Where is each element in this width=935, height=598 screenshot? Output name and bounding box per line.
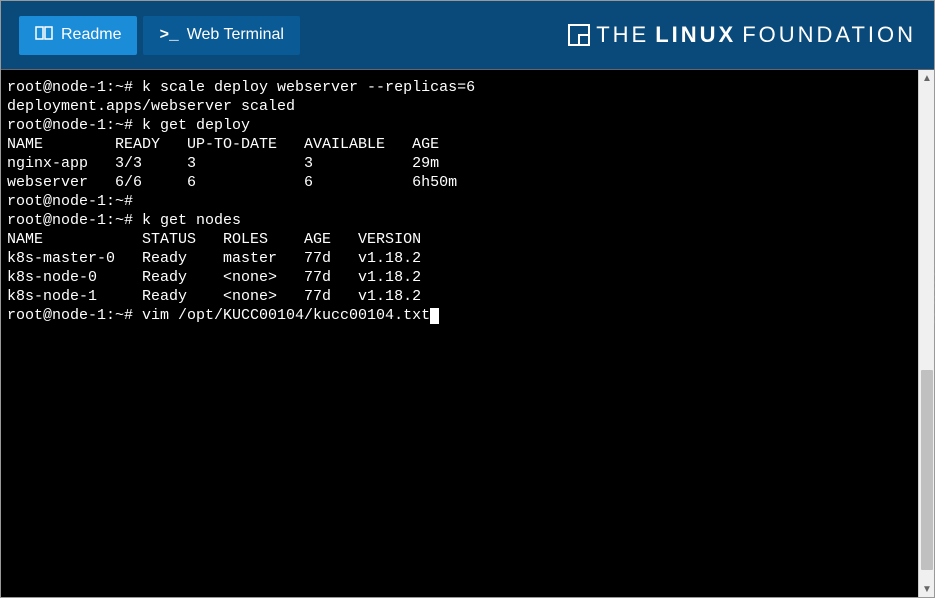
tab-readme-label: Readme [61, 26, 121, 44]
header-bar: Readme >_ Web Terminal THELINUXFOUNDATIO… [1, 1, 934, 69]
tab-terminal-label: Web Terminal [187, 26, 284, 44]
tab-readme[interactable]: Readme [19, 16, 137, 55]
logo-icon [568, 24, 590, 46]
cursor [430, 308, 439, 324]
scroll-up-icon[interactable]: ▲ [919, 70, 935, 86]
scroll-thumb[interactable] [921, 370, 933, 570]
terminal-output[interactable]: root@node-1:~# k scale deploy webserver … [1, 70, 918, 597]
terminal-container: root@node-1:~# k scale deploy webserver … [1, 69, 934, 597]
logo-foundation: FOUNDATION [742, 22, 916, 48]
book-icon [35, 26, 53, 45]
prompt-icon: >_ [159, 26, 178, 44]
tab-web-terminal[interactable]: >_ Web Terminal [143, 16, 299, 55]
logo-linux: LINUX [655, 22, 736, 48]
logo: THELINUXFOUNDATION [568, 22, 916, 48]
logo-the: THE [596, 22, 649, 48]
tab-group: Readme >_ Web Terminal [19, 16, 300, 55]
scroll-down-icon[interactable]: ▼ [919, 581, 935, 597]
scrollbar[interactable]: ▲ ▼ [918, 70, 934, 597]
app-window: Readme >_ Web Terminal THELINUXFOUNDATIO… [0, 0, 935, 598]
